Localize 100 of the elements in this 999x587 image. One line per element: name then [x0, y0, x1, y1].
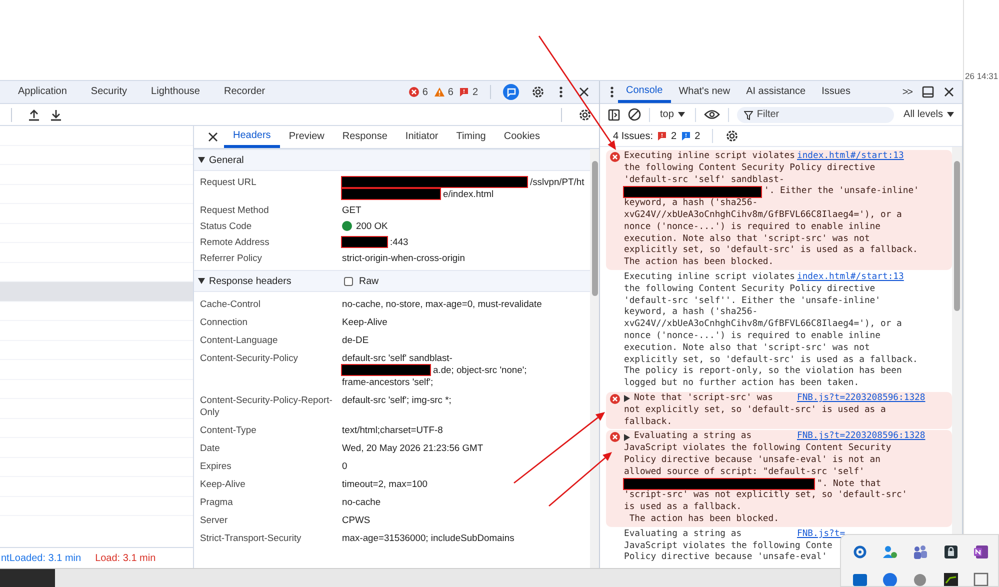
people-icon[interactable]	[882, 544, 898, 560]
warning-icon	[434, 87, 445, 97]
context-dropdown[interactable]: top	[658, 109, 687, 120]
message-text: The policy is report-only, so the violation has been	[624, 366, 902, 378]
header-name: Content-Language	[200, 334, 279, 346]
levels-dropdown[interactable]: All levels	[902, 109, 956, 120]
section-title[interactable]: General	[209, 154, 244, 166]
message-text: Executing inline script violates	[624, 272, 795, 284]
header-name: Content-Security-Policy	[200, 352, 299, 365]
close-icon[interactable]	[944, 87, 954, 97]
sidebar-icon[interactable]	[608, 108, 620, 120]
issue-count: 2	[694, 130, 700, 142]
source-link[interactable]: FNB.js?t=2203208596:1328	[797, 431, 926, 444]
speaker-icon[interactable]	[912, 571, 928, 586]
error-icon	[409, 87, 420, 97]
header-value: :443	[390, 236, 408, 248]
message-text: is used as a fallback.	[624, 502, 742, 514]
message-text: nonce ('nonce-...') is required to enable inline	[624, 222, 880, 234]
header-name: Cache-Control	[200, 298, 262, 310]
header-name: Connection	[200, 316, 248, 328]
source-link[interactable]: index.html#/start:13	[797, 151, 904, 163]
source-link[interactable]: FNB.js?t=2203208596:1328	[797, 392, 926, 405]
header-name: Request Method	[200, 204, 270, 216]
detail-tab[interactable]: Cookies	[494, 126, 549, 148]
dock-icon[interactable]	[922, 86, 934, 98]
panel-tab[interactable]: Recorder	[212, 81, 278, 103]
drawer-tab[interactable]: What's new	[670, 81, 738, 103]
lock-icon[interactable]	[942, 544, 959, 560]
drawer-tab[interactable]: Issues	[814, 81, 858, 103]
message-text: not explicitly set, so 'default-src' is used as a	[624, 404, 886, 417]
message-text: 'script-src' was not explicitly set, so 'default-src'	[624, 490, 908, 502]
message-text: JavaScript violates the following Content Security	[624, 443, 892, 455]
close-icon	[208, 132, 218, 142]
header-value: /sslvpn/PT/ht	[530, 176, 584, 188]
filter-icon	[744, 110, 753, 120]
eye-icon[interactable]	[704, 109, 720, 120]
ring-icon[interactable]	[852, 544, 868, 560]
raw-checkbox[interactable]	[344, 276, 353, 286]
drawer-tab[interactable]: AI assistance	[738, 81, 814, 103]
message-text: Note that 'script-src' was	[634, 392, 773, 405]
caret-icon	[678, 112, 685, 117]
panel-tab[interactable]: Lighthouse	[139, 81, 212, 103]
notebook-icon[interactable]	[972, 544, 989, 560]
error-icon	[610, 152, 620, 162]
message-text: '. Either the 'unsafe-inline'	[764, 186, 919, 198]
panel-tab[interactable]: Security	[78, 81, 140, 103]
error-icon	[610, 394, 620, 404]
panel-tab[interactable]: Application	[6, 81, 79, 103]
message-text: JavaScript violates the following Conte	[624, 540, 832, 552]
header-name: Keep-Alive	[200, 478, 246, 490]
more-tabs-button[interactable]: >>	[898, 81, 916, 103]
message-text: keyword, a hash ('sha256-	[624, 198, 758, 210]
expand-triangle-icon[interactable]	[624, 434, 630, 441]
more-options-icon[interactable]	[610, 86, 614, 98]
mail-icon[interactable]	[852, 571, 868, 586]
header-name: Content-Security-Policy-Report-Only	[200, 394, 334, 418]
message-text: fallback.	[624, 416, 672, 428]
section-title[interactable]: Response headers	[209, 276, 292, 286]
header-name: Remote Address	[200, 236, 270, 248]
message-text: execution. Note also that 'script-src' was not	[624, 342, 870, 355]
detail-tab[interactable]: Response	[333, 126, 396, 148]
settings-icon[interactable]	[578, 108, 592, 122]
clear-icon[interactable]	[628, 108, 641, 121]
error-icon	[610, 432, 620, 442]
meeting-icon[interactable]	[882, 571, 898, 586]
group-icon[interactable]	[912, 544, 928, 560]
message-text: 'default-src 'self''. Either the 'unsafe-inline'	[624, 296, 880, 307]
drawer-tab[interactable]: Console	[618, 81, 671, 103]
detail-tab[interactable]: Initiator	[396, 126, 448, 148]
expand-triangle-icon[interactable]	[624, 395, 630, 402]
message-text: execution. Note also that 'script-src' was not	[624, 234, 870, 245]
status-text: ntLoaded: 3.1 min	[1, 552, 82, 564]
source-link[interactable]: index.html#/start:13	[797, 272, 904, 284]
filter-field[interactable]: Filter	[736, 106, 894, 122]
message-text: nonce ('nonce-...') is required to enable inline	[624, 330, 880, 343]
detail-tab[interactable]: Timing	[447, 126, 495, 148]
header-value: no-cache, no-store, max-age=0, must-revalidate	[342, 298, 542, 310]
detail-tab[interactable]: Preview	[280, 126, 334, 148]
message-text: xvG24V//xbUeA3oCnhghCihv8m/GfBFVL66C8Ilaeg4='), or a	[624, 319, 902, 331]
counter-count: 2	[472, 86, 478, 98]
collapse-triangle-icon[interactable]	[198, 157, 205, 163]
settings-icon[interactable]	[531, 85, 545, 99]
header-value: default-src 'self'; img-src *;	[342, 394, 452, 406]
header-name: Content-Type	[200, 424, 258, 436]
close-icon[interactable]	[579, 87, 589, 97]
message-text: allowed source of script: "default-src 'self'	[624, 466, 864, 479]
download-icon[interactable]	[50, 108, 62, 120]
graph-icon[interactable]	[942, 571, 959, 586]
more-options-icon[interactable]	[559, 86, 563, 98]
collapse-triangle-icon[interactable]	[198, 278, 205, 284]
header-value: text/html;charset=UTF-8	[342, 424, 443, 436]
assistant-icon[interactable]	[503, 84, 519, 100]
upload-icon[interactable]	[28, 108, 40, 120]
settings-icon[interactable]	[725, 129, 740, 143]
header-name: Server	[200, 514, 229, 526]
message-text: xvG24V//xbUeA3oCnhghCihv8m/GfBFVL66C8Ilaeg4='), or a	[624, 210, 902, 222]
grid-icon[interactable]	[972, 571, 989, 586]
message-text: the following Content Security Policy directive	[624, 284, 876, 296]
header-name: Referrer Policy	[200, 252, 263, 264]
source-link[interactable]: FNB.js?t=	[797, 528, 846, 540]
